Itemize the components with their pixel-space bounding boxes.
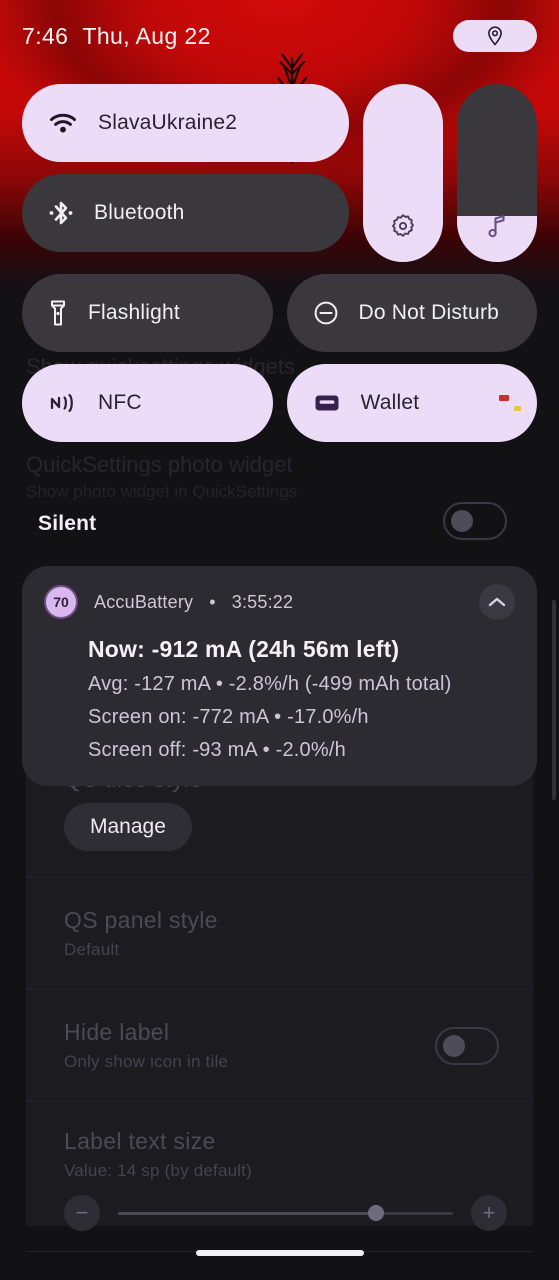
qs-tile-nfc[interactable]: NFC	[22, 364, 273, 442]
toggle-knob	[443, 1034, 465, 1057]
manage-button[interactable]: Manage	[64, 803, 192, 851]
hide-label-toggle[interactable]	[435, 1026, 499, 1065]
accubattery-app-icon: 70	[44, 585, 78, 619]
notification-line-screen-on: Screen on: -772 mA • -17.0%/h	[88, 706, 369, 728]
location-pin-icon	[488, 26, 502, 46]
faded-row-photo-widget: QuickSettings photo widget Show photo wi…	[26, 450, 439, 504]
qs-tile-bluetooth[interactable]: Bluetooth	[22, 174, 349, 252]
toggle-knob	[451, 510, 473, 532]
qs-tile-label: SlavaUkraine2	[98, 111, 238, 134]
phone-screen: ← QuickSettings Tiles layout Show quicks…	[0, 0, 559, 1280]
settings-row-qs-panel-style[interactable]: QS panel style Default	[26, 878, 533, 990]
qs-top-area: SlavaUkraine2 Bluetooth	[22, 84, 537, 262]
qs-tile-label: Wallet	[360, 391, 420, 414]
gesture-nav-pill[interactable]	[195, 1250, 364, 1256]
brightness-gear-icon	[389, 212, 417, 240]
brightness-slider[interactable]	[363, 84, 443, 262]
quick-settings-shade: SlavaUkraine2 Bluetooth Flashlight Do No…	[0, 72, 559, 442]
vertical-scrollbar[interactable]	[552, 600, 556, 800]
qs-primary-tiles: SlavaUkraine2 Bluetooth	[22, 84, 349, 262]
faded-row-sub: Show photo widget in QuickSettings	[26, 482, 298, 501]
photo-widget-toggle[interactable]	[443, 502, 507, 540]
qs-tile-do-not-disturb[interactable]: Do Not Disturb	[286, 274, 537, 352]
wallet-icon	[313, 391, 341, 415]
qs-tile-label: Do Not Disturb	[358, 301, 500, 324]
settings-row-title: QS panel style	[64, 907, 218, 933]
settings-row-sub: Default	[64, 940, 120, 959]
notification-title: Now: -912 mA (24h 56m left)	[88, 636, 400, 662]
notification-header: 70 AccuBattery • 3:55:22	[44, 584, 515, 620]
location-indicator-pill[interactable]	[453, 20, 537, 52]
status-bar-clock-area: 7:46 Thu, Aug 22	[22, 23, 211, 50]
settings-row-title: Label text size	[64, 1128, 216, 1154]
notification-accubattery[interactable]: 70 AccuBattery • 3:55:22 Now: -912 mA (2…	[22, 566, 537, 786]
flashlight-icon	[48, 299, 68, 327]
qs-secondary-tiles: Flashlight Do Not Disturb NFC Wallet	[22, 274, 537, 442]
bluetooth-icon	[48, 199, 74, 227]
notification-app-name: AccuBattery	[94, 591, 194, 612]
slider-thumb[interactable]	[367, 1205, 384, 1221]
wifi-icon	[48, 111, 78, 135]
label-text-size-slider[interactable]	[118, 1205, 453, 1221]
qs-tile-flashlight[interactable]: Flashlight	[22, 274, 273, 352]
do-not-disturb-icon	[313, 300, 339, 326]
faded-row-title: QuickSettings photo widget	[26, 452, 293, 477]
settings-row-sub: Value: 14 sp (by default)	[64, 1161, 253, 1180]
status-bar-right	[453, 20, 537, 52]
music-note-icon	[485, 212, 509, 240]
qs-tile-label: Flashlight	[88, 301, 180, 324]
settings-list: QS tiles style Manage QS panel style Def…	[26, 758, 533, 1252]
settings-row-hide-label[interactable]: Hide label Only show icon in tile	[26, 990, 533, 1102]
notification-section-header: Silent	[38, 512, 97, 535]
qs-tile-label: NFC	[98, 391, 142, 414]
navigation-bar	[0, 1226, 559, 1280]
qs-tile-wifi[interactable]: SlavaUkraine2	[22, 84, 349, 162]
notification-line-avg: Avg: -127 mA • -2.8%/h (-499 mAh total)	[88, 673, 452, 695]
notification-separator: •	[209, 591, 216, 612]
qs-tile-label: Bluetooth	[94, 201, 185, 224]
notification-timestamp: 3:55:22	[231, 591, 294, 612]
slider-fill	[118, 1211, 376, 1215]
status-bar: 7:46 Thu, Aug 22	[0, 0, 559, 72]
chevron-up-icon[interactable]	[479, 584, 515, 620]
qs-tile-wallet[interactable]: Wallet	[286, 364, 537, 442]
status-bar-date: Thu, Aug 22	[82, 22, 211, 49]
nfc-icon	[48, 391, 78, 415]
volume-slider[interactable]	[457, 84, 537, 262]
status-bar-time: 7:46	[22, 22, 69, 49]
notification-line-screen-off: Screen off: -93 mA • -2.0%/h	[88, 739, 346, 761]
qs-vertical-sliders	[363, 84, 537, 262]
